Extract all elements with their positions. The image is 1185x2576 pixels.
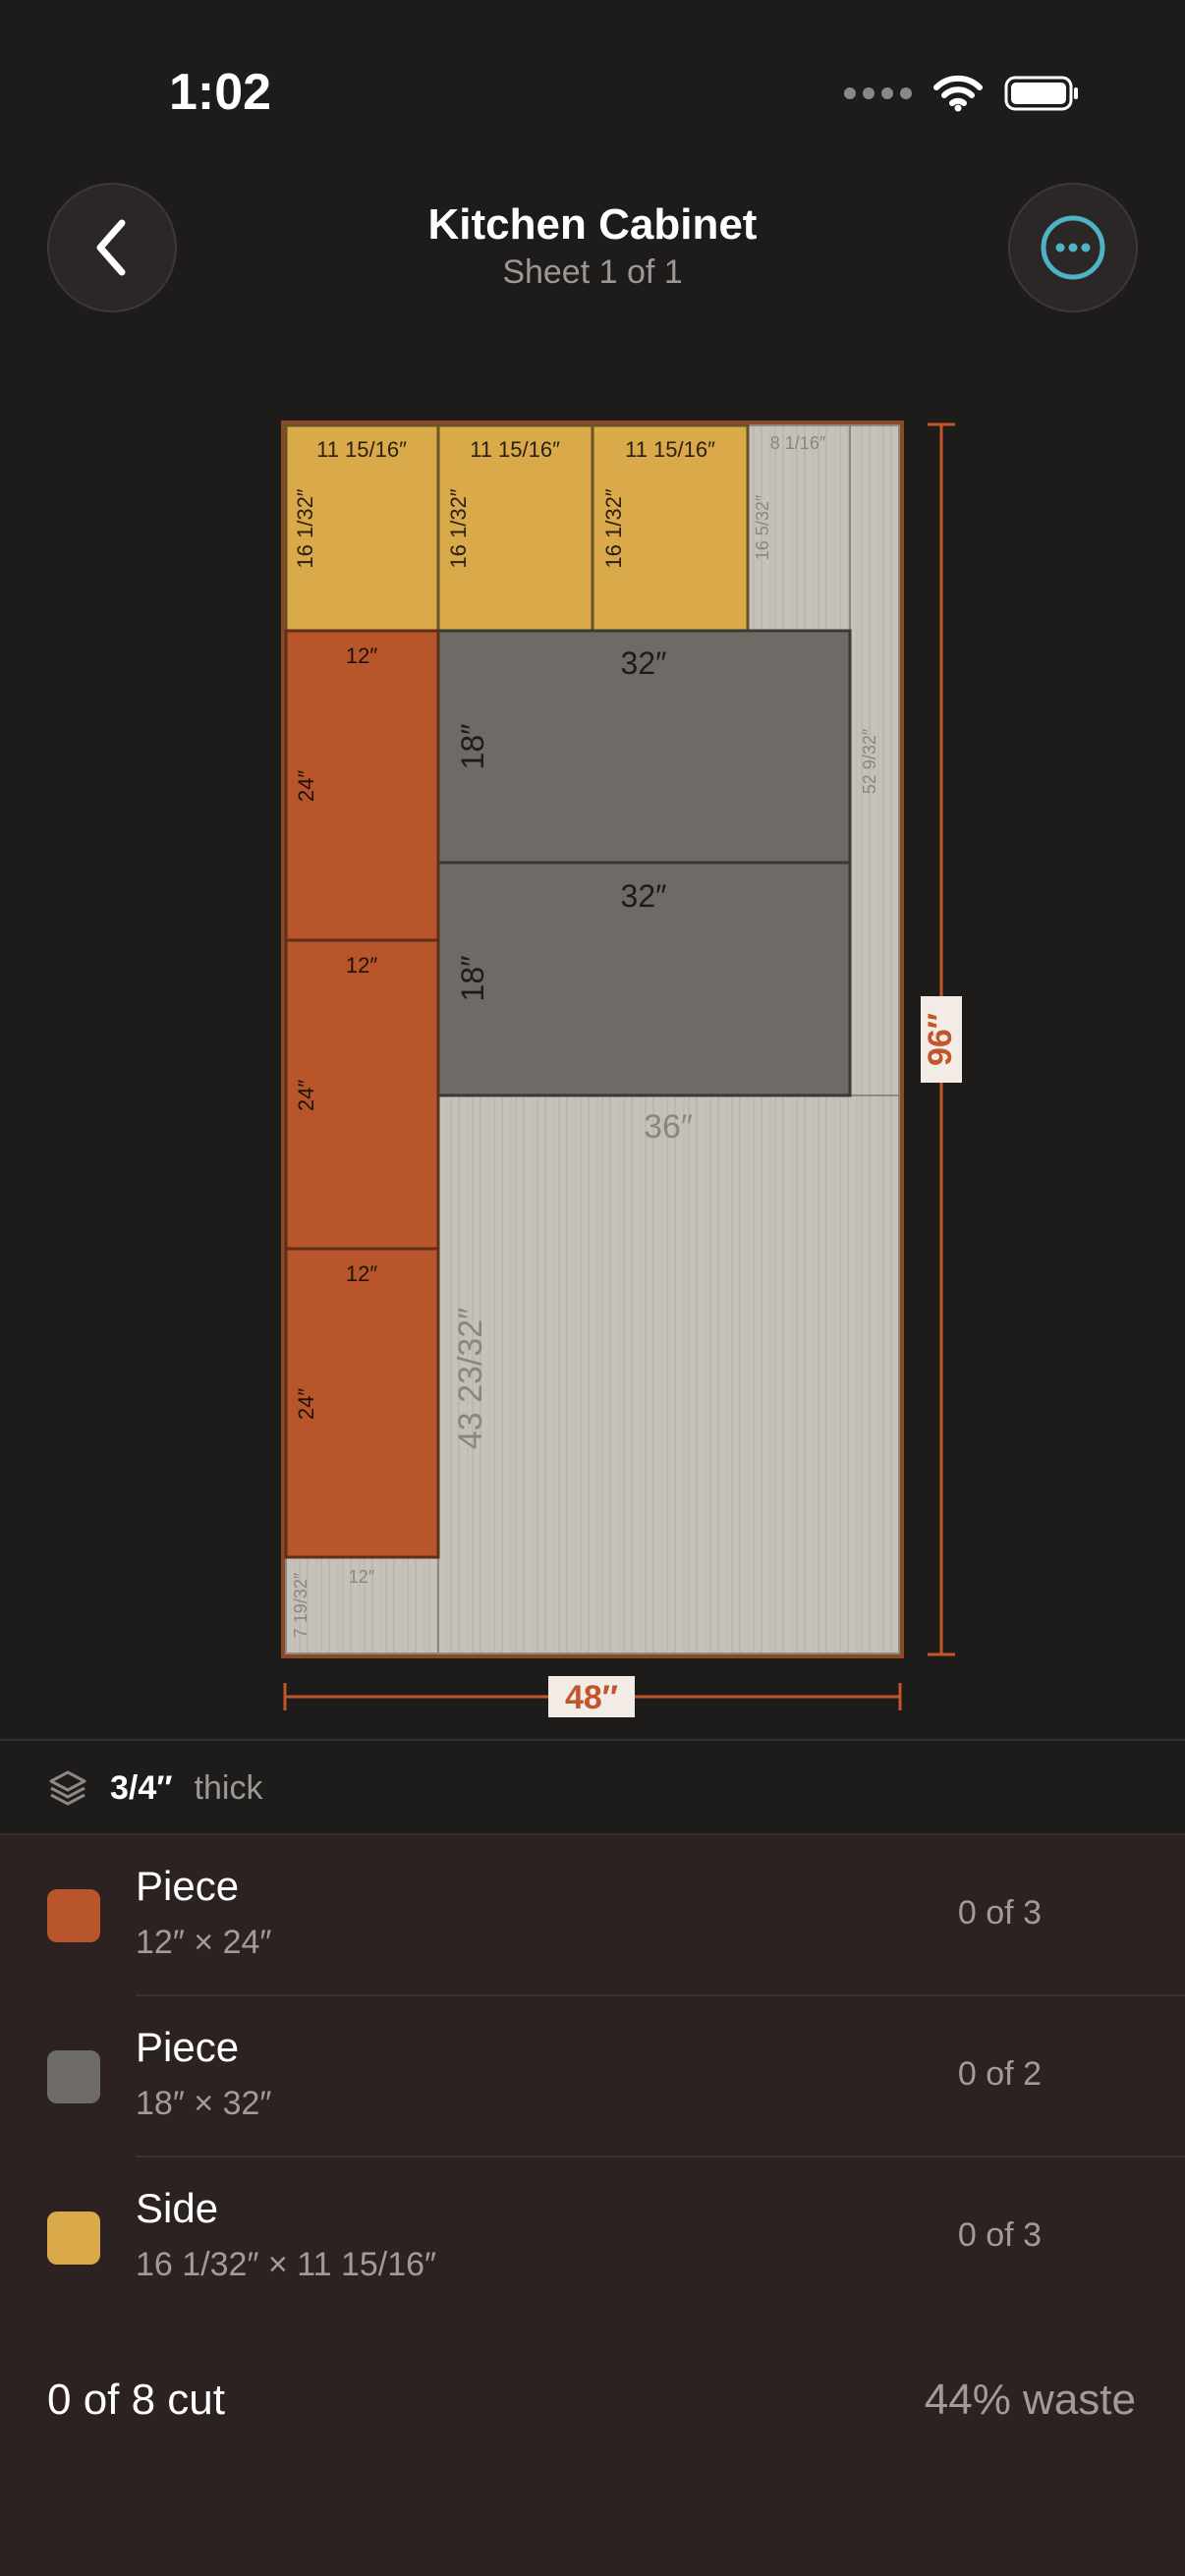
wifi-icon — [933, 75, 983, 112]
piece-row[interactable]: Piece 18″ × 32″ 0 of 2 — [0, 1996, 1185, 2157]
piece-name: Side — [136, 2185, 219, 2231]
gray-piece-2-height: 18″ — [455, 956, 490, 1002]
piece-count: 0 of 2 — [957, 2055, 1042, 2093]
gray-piece-1-height: 18″ — [455, 724, 490, 770]
side-piece-3-height: 16 1/32″ — [601, 488, 626, 568]
piece-color-swatch — [47, 2212, 100, 2265]
pieces-panel: Piece 12″ × 24″ 0 of 3 Piece 18″ × 32″ 0… — [0, 1835, 1185, 2576]
orange-piece-1-width: 12″ — [346, 644, 377, 668]
orange-piece-3-width: 12″ — [346, 1261, 377, 1286]
piece-color-swatch — [47, 1889, 100, 1942]
width-dimension: 48″ — [283, 1676, 902, 1717]
offcut-top-right-width: 8 1/16″ — [770, 433, 826, 453]
width-dimension-label: 48″ — [565, 1679, 618, 1716]
side-piece-1-width: 11 15/16″ — [316, 437, 407, 462]
piece-row[interactable]: Piece 12″ × 24″ 0 of 3 — [0, 1835, 1185, 1996]
height-dimension-label: 96″ — [922, 1013, 959, 1066]
more-button[interactable] — [1008, 183, 1138, 312]
thickness-row: 3/4″ thick — [0, 1741, 1185, 1835]
piece-name: Piece — [136, 2024, 240, 2070]
layers-icon — [49, 1770, 86, 1806]
orange-piece-2-width: 12″ — [346, 953, 377, 978]
orange-piece-2-height: 24″ — [294, 1080, 318, 1111]
signal-icon — [844, 87, 912, 99]
orange-piece-3-height: 24″ — [294, 1388, 318, 1420]
piece-size: 18″ × 32″ — [136, 2085, 272, 2122]
piece-row[interactable]: Side 16 1/32″ × 11 15/16″ 0 of 3 — [0, 2157, 1185, 2319]
piece-name: Piece — [136, 1863, 240, 1909]
offcut-top-right-height: 16 5/32″ — [753, 494, 772, 560]
ellipsis-circle-icon — [1041, 215, 1105, 280]
offcut-bottom-large-width: 36″ — [644, 1108, 693, 1146]
piece-size: 12″ × 24″ — [136, 1924, 272, 1961]
offcut-right-strip-height: 52 9/32″ — [860, 728, 879, 794]
thickness-value: 3/4″ — [110, 1768, 173, 1807]
cut-diagram: 11 15/16″ 16 1/32″ 11 15/16″ 16 1/32″ 11… — [281, 420, 962, 1717]
piece-count: 0 of 3 — [957, 1894, 1042, 1932]
piece-size: 16 1/32″ × 11 15/16″ — [136, 2246, 437, 2283]
side-piece-2-width: 11 15/16″ — [470, 437, 560, 462]
status-icons — [844, 75, 1081, 112]
side-piece-1-height: 16 1/32″ — [293, 488, 317, 568]
screen: 1:02 Kitchen Cabinet Sheet 1 of 1 11 15/… — [0, 0, 1185, 2576]
offcut-bottom-large — [437, 1094, 900, 1654]
offcut-bottom-large-height: 43 23/32″ — [452, 1308, 489, 1449]
side-piece-2-height: 16 1/32″ — [446, 488, 471, 568]
battery-icon — [1004, 76, 1078, 111]
orange-piece-1-height: 24″ — [294, 770, 318, 802]
waste-percentage: 44% waste — [924, 2376, 1136, 2424]
page-title: Kitchen Cabinet — [427, 200, 758, 249]
thickness-label: thick — [194, 1768, 263, 1807]
height-dimension: 96″ — [921, 422, 962, 1656]
gray-piece-1-width: 32″ — [621, 645, 667, 681]
side-piece-3-width: 11 15/16″ — [625, 437, 715, 462]
piece-count: 0 of 3 — [957, 2216, 1042, 2254]
gray-piece-2-width: 32″ — [621, 878, 667, 914]
cut-progress: 0 of 8 cut — [47, 2376, 226, 2424]
status-time: 1:02 — [169, 64, 272, 121]
piece-color-swatch — [47, 2050, 100, 2103]
offcut-bottom-left-width: 12″ — [349, 1567, 375, 1587]
offcut-bottom-left-height: 7 19/32″ — [291, 1572, 310, 1638]
page-subtitle: Sheet 1 of 1 — [502, 253, 683, 291]
